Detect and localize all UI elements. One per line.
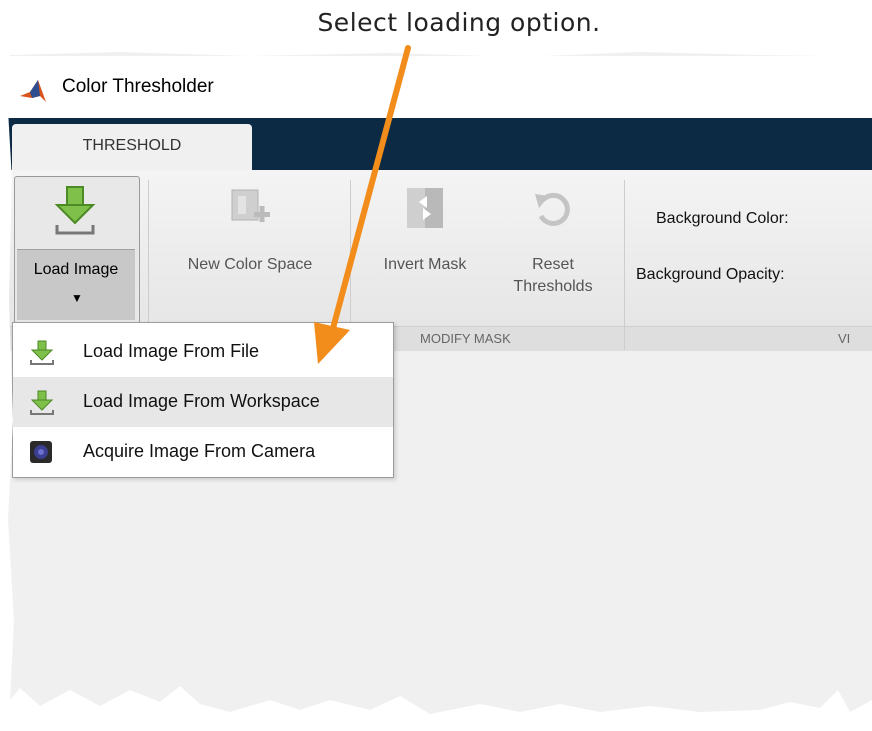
reset-thresholds-label-1: Reset [532, 256, 574, 273]
load-image-dropdown[interactable] [17, 249, 135, 320]
reset-thresholds-button[interactable]: Reset Thresholds [494, 186, 612, 296]
background-color-label: Background Color: [656, 210, 789, 227]
divider [624, 326, 625, 350]
download-arrow-icon [54, 186, 96, 235]
menu-item-label: Acquire Image From Camera [83, 441, 316, 461]
invert-mask-icon [407, 188, 443, 228]
load-image-button[interactable]: Load Image ▼ [14, 176, 140, 324]
section-view: VI [838, 331, 851, 346]
download-arrow-icon [30, 340, 54, 365]
load-image-menu: Load Image From File Load Image From Wor… [12, 322, 394, 478]
menu-item-load-from-workspace[interactable]: Load Image From Workspace [13, 377, 393, 427]
menu-item-label: Load Image From File [83, 341, 260, 361]
new-color-space-icon [231, 189, 270, 222]
camera-icon [30, 441, 52, 463]
matlab-logo-icon [20, 80, 46, 102]
callout-text: Select loading option. [317, 8, 601, 37]
new-color-space-button[interactable]: New Color Space [160, 186, 340, 274]
window-title: Color Thresholder [62, 76, 214, 97]
reset-thresholds-label-2: Thresholds [513, 278, 593, 295]
load-image-label: Load Image [33, 261, 119, 278]
menu-item-label: Load Image From Workspace [83, 391, 320, 411]
menu-item-acquire-from-camera[interactable]: Acquire Image From Camera [13, 427, 393, 477]
divider [350, 180, 351, 340]
invert-mask-button[interactable]: Invert Mask [360, 186, 490, 274]
divider [624, 180, 625, 340]
download-arrow-icon [30, 390, 54, 415]
tab-threshold[interactable]: THRESHOLD [12, 124, 252, 170]
menu-item-load-from-file[interactable]: Load Image From File [13, 327, 393, 377]
invert-mask-label: Invert Mask [383, 256, 467, 273]
reset-icon [535, 192, 570, 226]
divider [148, 180, 149, 340]
chevron-down-icon: ▼ [71, 291, 83, 305]
section-modify-mask: MODIFY MASK [420, 331, 511, 346]
background-opacity-label: Background Opacity: [636, 266, 785, 283]
app-window: Color Thresholder THRESHOLD Load Image ▼… [8, 52, 872, 714]
new-color-space-label: New Color Space [187, 256, 313, 273]
